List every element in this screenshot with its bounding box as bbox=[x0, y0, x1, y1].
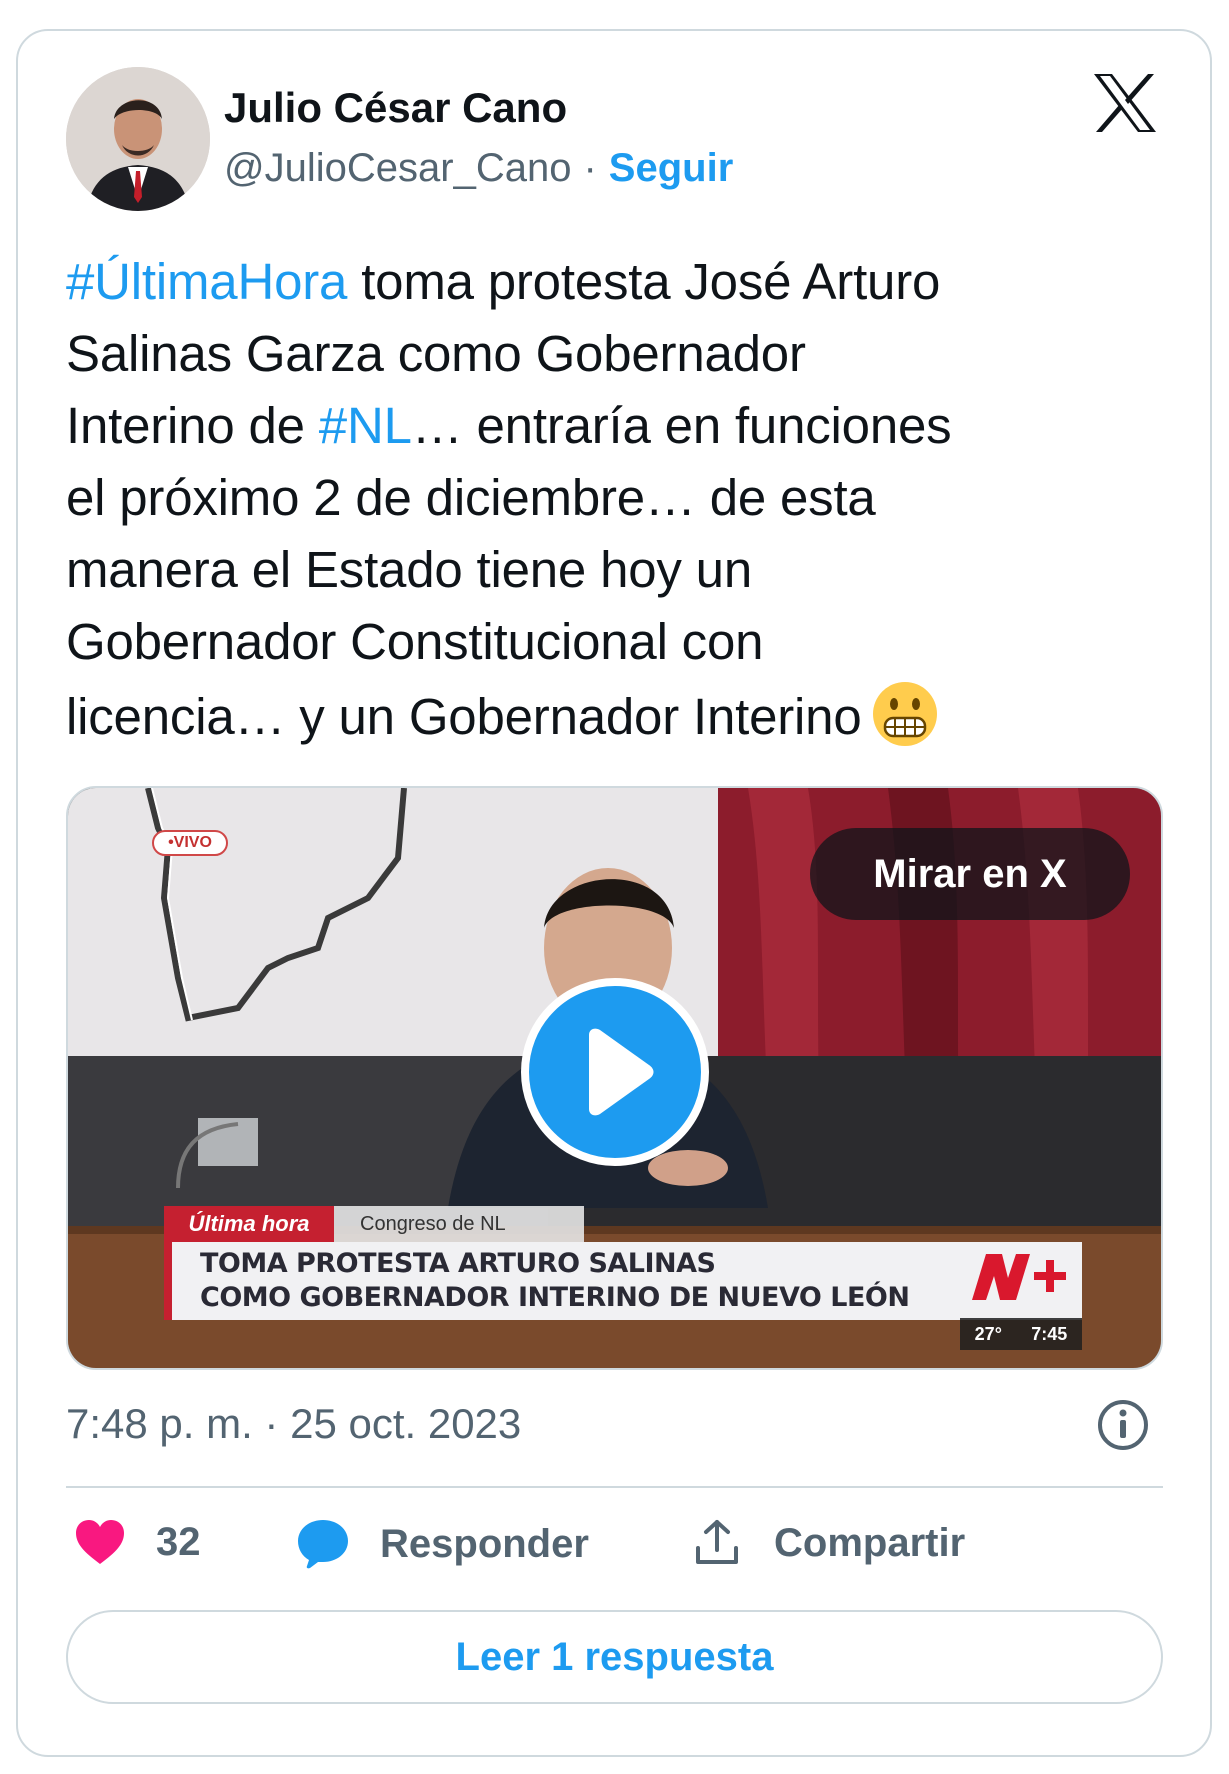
tweet-text-line: Salinas Garza como Gobernador bbox=[66, 318, 1171, 390]
tweet-text-segment: … entraría en funciones bbox=[411, 397, 952, 454]
avatar-photo bbox=[66, 67, 210, 211]
tweet-text-segment: Interino de bbox=[66, 397, 319, 454]
share-button[interactable]: Compartir bbox=[692, 1518, 965, 1568]
grimacing-face-emoji-icon bbox=[873, 682, 938, 746]
tweet-text-segment: Gobernador Constitucional con bbox=[66, 613, 764, 670]
broadcast-time: 7:45 bbox=[1031, 1323, 1068, 1344]
tweet-text-line: Gobernador Constitucional con bbox=[66, 606, 1171, 678]
reply-bubble-icon bbox=[298, 1520, 348, 1569]
tweet-text-line: #ÚltimaHora toma protesta José Arturo bbox=[66, 246, 1171, 318]
location-label: Congreso de NL bbox=[334, 1206, 584, 1242]
avatar[interactable] bbox=[66, 67, 210, 211]
follow-button[interactable]: Seguir bbox=[609, 146, 733, 191]
tweet-text: #ÚltimaHora toma protesta José Arturo Sal… bbox=[66, 246, 1171, 753]
like-button[interactable]: 32 bbox=[74, 1518, 201, 1566]
hashtag-link[interactable]: #NL bbox=[319, 397, 412, 454]
reply-label: Responder bbox=[380, 1521, 589, 1566]
x-logo-icon[interactable] bbox=[1092, 72, 1158, 134]
watch-on-x-button[interactable]: Mirar en X bbox=[810, 828, 1130, 920]
tweet-text-segment: Salinas Garza como Gobernador bbox=[66, 325, 806, 382]
tweet-text-line: el próximo 2 de diciembre… de esta bbox=[66, 462, 1171, 534]
share-icon bbox=[696, 1520, 738, 1564]
share-label: Compartir bbox=[774, 1520, 966, 1565]
headline-banner: TOMA PROTESTA ARTURO SALINAS COMO GOBERN… bbox=[164, 1242, 1082, 1320]
headline-line-1: TOMA PROTESTA ARTURO SALINAS bbox=[200, 1248, 716, 1279]
temperature-time-display: 27° 7:45 bbox=[960, 1318, 1082, 1350]
channel-logo-icon bbox=[972, 1254, 1066, 1300]
tweet-text-line: licencia… y un Gobernador Interino bbox=[66, 678, 1171, 753]
like-count: 32 bbox=[156, 1519, 201, 1564]
tweet-text-segment: manera el Estado tiene hoy un bbox=[66, 541, 752, 598]
tweet-timestamp[interactable]: 7:48 p. m. · 25 oct. 2023 bbox=[66, 1400, 521, 1448]
info-icon[interactable] bbox=[1096, 1398, 1150, 1452]
heart-icon bbox=[76, 1520, 124, 1564]
tweet-text-segment: licencia… y un Gobernador Interino bbox=[66, 688, 862, 745]
tweet-text-line: Interino de #NL… entraría en funciones bbox=[66, 390, 1171, 462]
breaking-news-tag: Última hora bbox=[164, 1206, 334, 1242]
read-replies-button[interactable]: Leer 1 respuesta bbox=[66, 1610, 1163, 1704]
temperature: 27° bbox=[974, 1323, 1002, 1344]
tweet-text-segment: toma protesta José Arturo bbox=[347, 253, 941, 310]
separator-dot: · bbox=[583, 146, 597, 190]
tweet-text-line: manera el Estado tiene hoy un bbox=[66, 534, 1171, 606]
divider bbox=[66, 1486, 1163, 1488]
headline-line-2: COMO GOBERNADOR INTERINO DE NUEVO LEÓN bbox=[200, 1282, 910, 1313]
hashtag-link[interactable]: #ÚltimaHora bbox=[66, 253, 347, 310]
handle-row: @JulioCesar_Cano · Seguir bbox=[224, 146, 733, 191]
tweet-text-segment: el próximo 2 de diciembre… de esta bbox=[66, 469, 876, 526]
author-name[interactable]: Julio César Cano bbox=[224, 84, 567, 132]
reply-button[interactable]: Responder bbox=[296, 1518, 589, 1570]
live-badge: •VIVO bbox=[152, 830, 228, 856]
author-handle[interactable]: @JulioCesar_Cano bbox=[224, 146, 571, 191]
play-button[interactable] bbox=[521, 978, 709, 1166]
video-player[interactable]: •VIVO Mirar en X Última hora Congreso de… bbox=[66, 786, 1163, 1370]
play-icon bbox=[589, 1028, 654, 1116]
